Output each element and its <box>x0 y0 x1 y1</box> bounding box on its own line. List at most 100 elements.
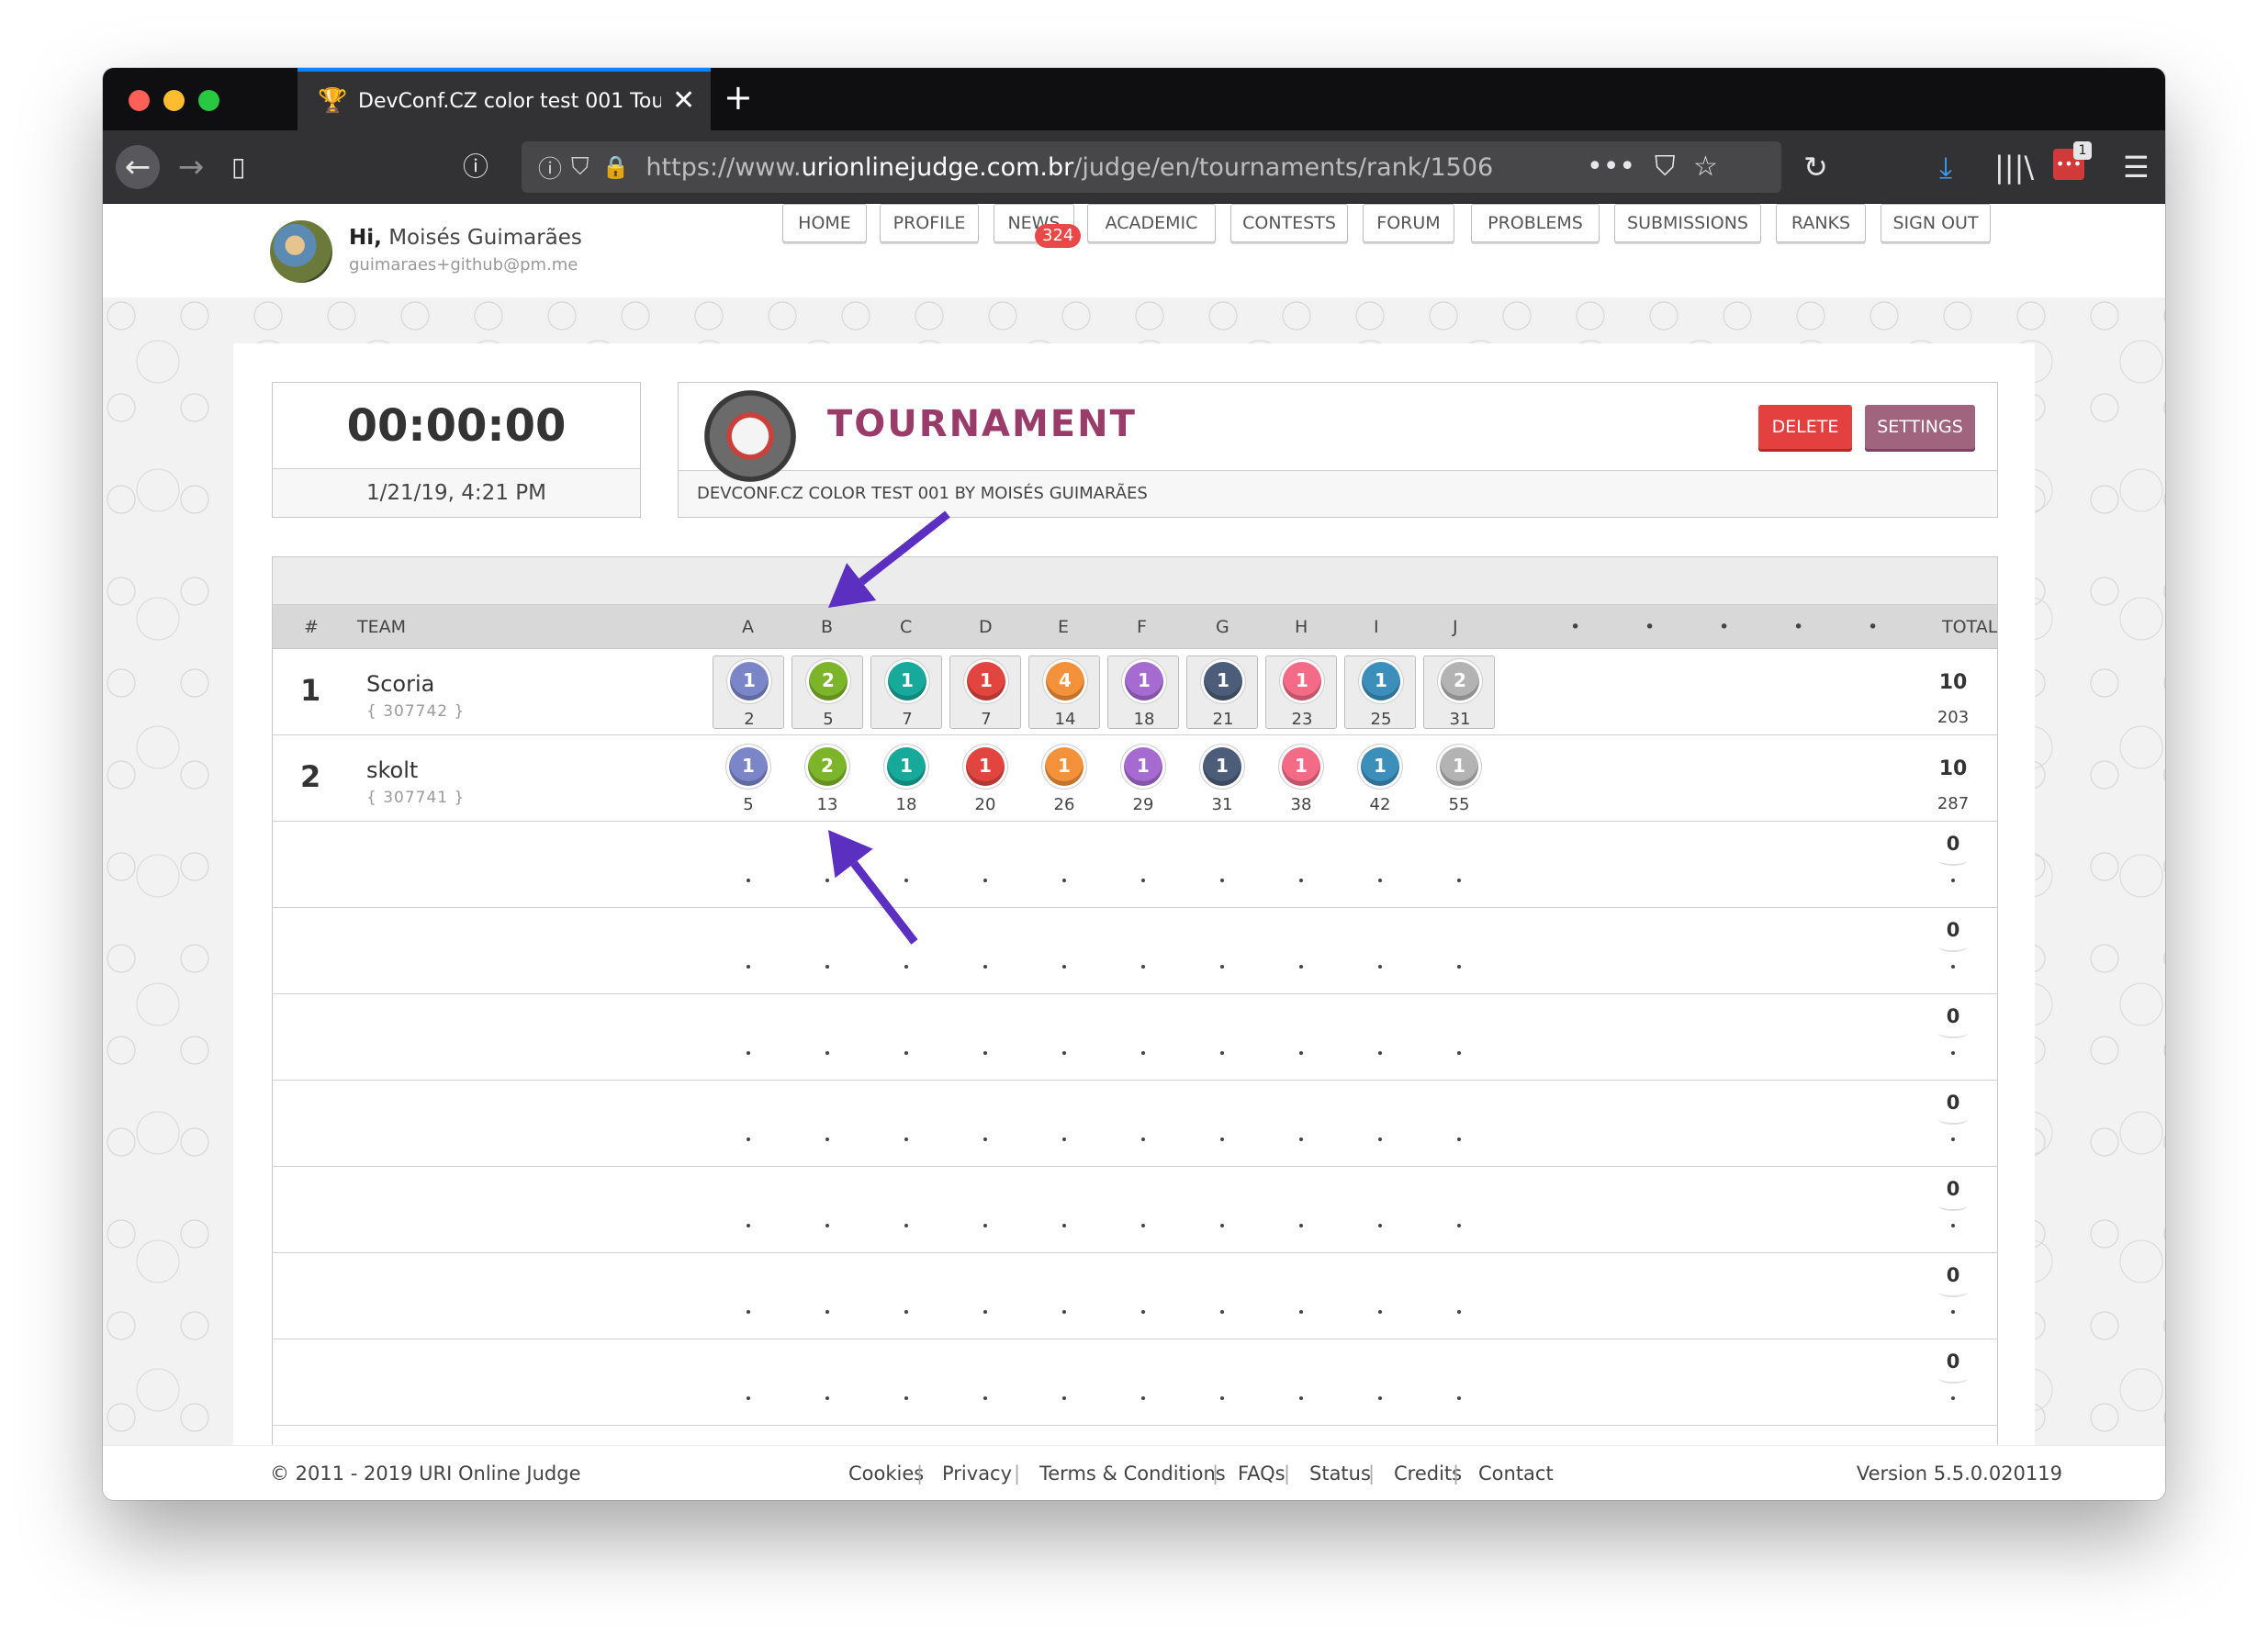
problem-cell[interactable]: 15 <box>713 742 784 815</box>
solve-time: 21 <box>1212 710 1234 729</box>
menu-contests[interactable]: CONTESTS <box>1230 204 1348 242</box>
problem-cell[interactable]: 4 14 <box>1028 656 1100 729</box>
footer-link-status[interactable]: Status <box>1309 1446 1371 1500</box>
footer-link-contact[interactable]: Contact <box>1478 1446 1554 1500</box>
browser-tab[interactable]: 🏆 DevConf.CZ color test 001 Tournament ✕ <box>298 68 711 130</box>
problem-cell[interactable]: 1 18 <box>870 742 942 815</box>
team-name[interactable]: skolt <box>366 757 418 783</box>
table-row: 0 <box>273 1081 1997 1167</box>
footer-copyright: © 2011 - 2019 URI Online Judge <box>270 1462 581 1485</box>
problem-cell[interactable]: 1 31 <box>1186 742 1258 815</box>
problem-cell[interactable]: 1 29 <box>1107 742 1179 815</box>
new-tab-button[interactable]: + <box>724 79 753 116</box>
close-tab-icon[interactable]: ✕ <box>672 87 695 115</box>
url-text[interactable]: https://www.urionlinejudge.com.br/judge/… <box>646 153 1499 182</box>
pocket-icon[interactable]: ⛉ <box>1655 151 1676 183</box>
empty-cell-dot <box>1141 1310 1145 1314</box>
col-problem-j[interactable]: J <box>1453 605 1458 649</box>
avatar[interactable] <box>270 220 332 283</box>
col-problem-h[interactable]: H <box>1295 605 1308 649</box>
solve-time: 5 <box>823 710 834 729</box>
col-problem-d[interactable]: D <box>979 605 993 649</box>
col-placeholder: • <box>1793 617 1804 637</box>
reload-icon[interactable]: ↻ <box>1803 151 1828 184</box>
empty-cell-dot <box>1951 1224 1955 1227</box>
hamburger-menu-icon[interactable]: ☰ <box>2123 151 2150 184</box>
close-window-button[interactable] <box>129 90 150 111</box>
problem-cell[interactable]: 1 21 <box>1186 656 1258 729</box>
tab-title: DevConf.CZ color test 001 Tournament <box>358 89 661 113</box>
problem-cell[interactable]: 12 <box>713 656 784 729</box>
solve-time: 2 <box>744 710 755 729</box>
col-problem-e[interactable]: E <box>1058 605 1069 649</box>
problem-cell[interactable]: 1 42 <box>1344 742 1416 815</box>
col-problem-g[interactable]: G <box>1216 605 1229 649</box>
col-problem-b[interactable]: B <box>821 605 833 649</box>
minimize-window-button[interactable] <box>163 90 185 111</box>
library-icon[interactable]: |||\ <box>1994 151 2034 184</box>
nav-bar: ← → ▯ ⓘ ⓘ ⛉ 🔒 https://www.urionlinejudge… <box>103 130 2165 204</box>
problem-cell[interactable]: 1 26 <box>1028 742 1100 815</box>
problem-cell[interactable]: 1 55 <box>1423 742 1495 815</box>
problem-cell[interactable]: 2 13 <box>792 742 863 815</box>
problem-cell[interactable]: 17 <box>870 656 942 729</box>
zoom-window-button[interactable] <box>198 90 219 111</box>
footer-link-terms-conditions[interactable]: Terms & Conditions <box>1039 1446 1226 1500</box>
problem-cell[interactable]: 1 25 <box>1344 656 1416 729</box>
footer-link-cookies[interactable]: Cookies <box>848 1446 924 1500</box>
bookmark-star-icon[interactable]: ☆ <box>1693 151 1718 183</box>
menu-ranks[interactable]: RANKS <box>1776 204 1866 242</box>
empty-cell-dot <box>1220 1137 1224 1141</box>
team-rank: 2 <box>300 759 321 794</box>
empty-cell-dot <box>825 1137 829 1141</box>
download-icon[interactable]: ⤓ <box>1939 151 1952 184</box>
empty-cell-dot <box>1062 1224 1066 1227</box>
empty-cell-dot <box>983 1051 987 1055</box>
tracking-shield-icon[interactable]: ⛉ <box>571 153 589 182</box>
problem-cell[interactable]: 1 20 <box>949 742 1021 815</box>
footer-link-privacy[interactable]: Privacy <box>942 1446 1012 1500</box>
menu-home[interactable]: HOME <box>782 204 867 242</box>
col-problem-f[interactable]: F <box>1137 605 1147 649</box>
empty-cell-dot <box>1062 1396 1066 1400</box>
problem-cell[interactable]: 1 23 <box>1265 656 1337 729</box>
footer-link-faqs[interactable]: FAQs <box>1238 1446 1286 1500</box>
solve-time: 18 <box>1133 710 1155 729</box>
solve-time: 31 <box>1449 710 1471 729</box>
back-button[interactable]: ← <box>116 145 160 189</box>
team-name[interactable]: Scoria <box>366 671 434 697</box>
team-rank: 1 <box>300 673 321 708</box>
problem-cell[interactable]: 1 38 <box>1265 742 1337 815</box>
col-problem-i[interactable]: I <box>1374 605 1379 649</box>
col-problem-a[interactable]: A <box>742 605 754 649</box>
problem-cell[interactable]: 17 <box>949 656 1021 729</box>
empty-cell-dot <box>747 1224 750 1227</box>
problem-cell[interactable]: 2 31 <box>1423 656 1495 729</box>
menu-academic[interactable]: ACADEMIC <box>1087 204 1216 242</box>
empty-cell-dot <box>1378 879 1382 882</box>
address-bar[interactable]: ⓘ ⛉ 🔒 https://www.urionlinejudge.com.br/… <box>522 141 1781 193</box>
sidebar-icon[interactable]: ▯ <box>231 152 245 182</box>
solve-time: 38 <box>1290 795 1312 814</box>
col-placeholder: • <box>1719 617 1730 637</box>
info-icon[interactable]: ⓘ <box>463 152 488 182</box>
menu-sign-out[interactable]: SIGN OUT <box>1881 204 1991 242</box>
menu-forum[interactable]: FORUM <box>1363 204 1454 242</box>
problem-cell[interactable]: 1 18 <box>1107 656 1179 729</box>
menu-submissions[interactable]: SUBMISSIONS <box>1614 204 1761 242</box>
delete-button[interactable]: DELETE <box>1758 405 1852 449</box>
page-actions-icon[interactable]: ••• <box>1587 151 1635 183</box>
forward-button[interactable]: → <box>169 145 213 189</box>
empty-cell-dot <box>1457 1137 1461 1141</box>
stopwatch-icon <box>704 390 796 482</box>
empty-cell-dot <box>1457 1310 1461 1314</box>
menu-profile[interactable]: PROFILE <box>880 204 979 242</box>
col-problem-c[interactable]: C <box>900 605 912 649</box>
settings-button[interactable]: SETTINGS <box>1865 405 1975 449</box>
menu-problems[interactable]: PROBLEMS <box>1471 204 1600 242</box>
empty-cell-dot <box>1220 1051 1224 1055</box>
footer-link-credits[interactable]: Credits <box>1394 1446 1462 1500</box>
site-info-icon[interactable]: ⓘ <box>538 151 562 185</box>
problem-cell[interactable]: 25 <box>792 656 863 729</box>
main-content: 00:00:00 1/21/19, 4:21 PM TOURNAMENT DEL… <box>233 343 2035 1445</box>
